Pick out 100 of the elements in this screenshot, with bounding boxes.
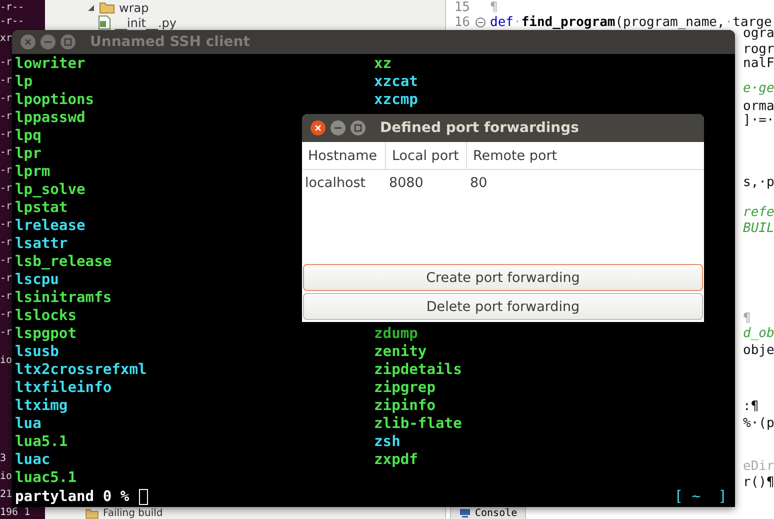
maximize-icon[interactable] xyxy=(350,120,366,136)
table-cell-text: localhost xyxy=(304,174,367,193)
file-entry: lua xyxy=(15,415,42,433)
terminal-fragment: -r xyxy=(0,75,12,87)
file-entry: lpr xyxy=(15,145,42,163)
terminal-fragment: -r xyxy=(0,255,12,267)
file-entry: zlib-flate xyxy=(374,415,462,433)
terminal-fragment: 21 xyxy=(0,489,12,501)
terminal-fragment: io xyxy=(0,471,12,483)
file-entry: lsattr xyxy=(15,235,68,253)
terminal-fragment: -r-- xyxy=(0,2,24,14)
code-fragment: r()¶ xyxy=(743,475,774,490)
terminal-fragment: -r xyxy=(0,219,12,231)
line-number: 15 xyxy=(453,0,470,15)
terminal-fragment: -r xyxy=(0,327,12,339)
terminal-fragment: -r xyxy=(0,111,12,123)
table-cell-text: 80 xyxy=(469,174,488,193)
code-fragment: eDir xyxy=(743,459,774,474)
console-tab[interactable]: Console xyxy=(450,506,526,519)
close-icon[interactable] xyxy=(310,120,326,136)
code-fragment: d_ob xyxy=(743,326,774,341)
status-text: [ ~ ] xyxy=(674,488,727,506)
file-entry: xzcmp xyxy=(374,91,418,109)
tree-item[interactable]: Failing build xyxy=(103,508,163,518)
code-fragment: rogr xyxy=(743,42,774,57)
code-fragment: %·(p xyxy=(743,416,774,431)
file-entry: lscpu xyxy=(15,271,59,289)
monitor-icon xyxy=(459,508,471,518)
shell-prompt: partyland 0 % xyxy=(15,488,130,506)
code-fragment: orma xyxy=(743,99,774,114)
code-fragment: :¶ xyxy=(743,399,759,414)
terminal-fragment: -r xyxy=(0,183,12,195)
expander-icon[interactable] xyxy=(87,4,95,12)
tree-item[interactable]: __init__.py xyxy=(115,16,177,30)
file-entry: lua5.1 xyxy=(15,433,68,451)
file-entry: xz xyxy=(374,55,392,73)
file-entry: lpstat xyxy=(15,199,68,217)
delete-button[interactable]: Delete port forwarding xyxy=(303,293,703,320)
terminal-fragment: 3 xyxy=(0,453,6,465)
terminal-fragment: -r xyxy=(0,201,12,213)
terminal-fragment: -r xyxy=(0,309,12,321)
table-cell-text: 8080 xyxy=(388,174,424,193)
file-entry: lowriter xyxy=(15,55,86,73)
file-entry: zipinfo xyxy=(374,397,436,415)
terminal-fragment: io xyxy=(0,355,12,367)
file-entry: lsusb xyxy=(15,343,59,361)
file-entry: lprm xyxy=(15,163,50,181)
file-entry: zenity xyxy=(374,343,427,361)
code-line: ¶ xyxy=(490,0,498,15)
tree-item[interactable]: wrap xyxy=(119,0,149,14)
fold-icon[interactable] xyxy=(474,17,486,28)
file-entry: ltxfileinfo xyxy=(15,379,112,397)
file-entry: luac5.1 xyxy=(15,469,77,487)
file-entry: zipgrep xyxy=(374,379,436,397)
file-entry: lpq xyxy=(15,127,42,145)
file-entry: ltximg xyxy=(15,397,68,415)
text-cursor xyxy=(139,489,148,505)
terminal-fragment: xr xyxy=(0,33,12,45)
file-entry: zdump xyxy=(374,325,418,343)
file-entry: zxpdf xyxy=(374,451,418,469)
folder-icon xyxy=(99,1,115,14)
code-fragment: e·ge xyxy=(743,81,774,96)
file-entry: lp xyxy=(15,73,33,91)
maximize-icon[interactable] xyxy=(60,34,76,50)
file-entry: xzcat xyxy=(374,73,418,91)
minimize-icon[interactable] xyxy=(40,34,56,50)
code-fragment: BUIL xyxy=(743,221,774,236)
column-header[interactable]: Local port xyxy=(386,142,467,169)
code-fragment: ¶ xyxy=(743,311,751,326)
python-file-icon xyxy=(98,15,111,30)
terminal-fragment: -r xyxy=(0,165,12,177)
file-entry: zipdetails xyxy=(374,361,462,379)
terminal-fragment: 196 1 xyxy=(0,507,30,519)
file-entry: lppasswd xyxy=(15,109,86,127)
code-fragment: ]·=· xyxy=(743,113,774,128)
file-entry: lpoptions xyxy=(15,91,94,109)
file-entry: luac xyxy=(15,451,50,469)
file-entry: lsinitramfs xyxy=(15,289,112,307)
file-entry: lp_solve xyxy=(15,181,86,199)
terminal-fragment: -r xyxy=(0,129,12,141)
file-entry: zsh xyxy=(374,433,400,451)
terminal-fragment: -r xyxy=(0,57,12,69)
code-fragment: nalF xyxy=(743,56,774,71)
terminal-fragment: -r xyxy=(0,273,12,285)
line-number: 16 xyxy=(453,15,470,30)
dialog-title: Defined port forwardings xyxy=(380,120,580,136)
code-fragment: s,·p xyxy=(743,175,774,190)
terminal-fragment: -r xyxy=(0,147,12,159)
code-fragment: refe xyxy=(743,205,774,220)
file-entry: lsb_release xyxy=(15,253,112,271)
column-header[interactable]: Remote port xyxy=(467,142,564,169)
column-header[interactable]: Hostname xyxy=(302,142,386,169)
file-entry: lslocks xyxy=(15,307,77,325)
code-line: def·find_program(program_name,·targe xyxy=(490,15,772,30)
code-fragment: obje xyxy=(743,343,774,358)
create-button[interactable]: Create port forwarding xyxy=(303,264,703,291)
terminal-fragment: -r xyxy=(0,291,12,303)
file-entry: ltx2crossrefxml xyxy=(15,361,147,379)
window-title: Unnamed SSH client xyxy=(90,34,250,50)
terminal-fragment: -r-- xyxy=(0,16,24,28)
